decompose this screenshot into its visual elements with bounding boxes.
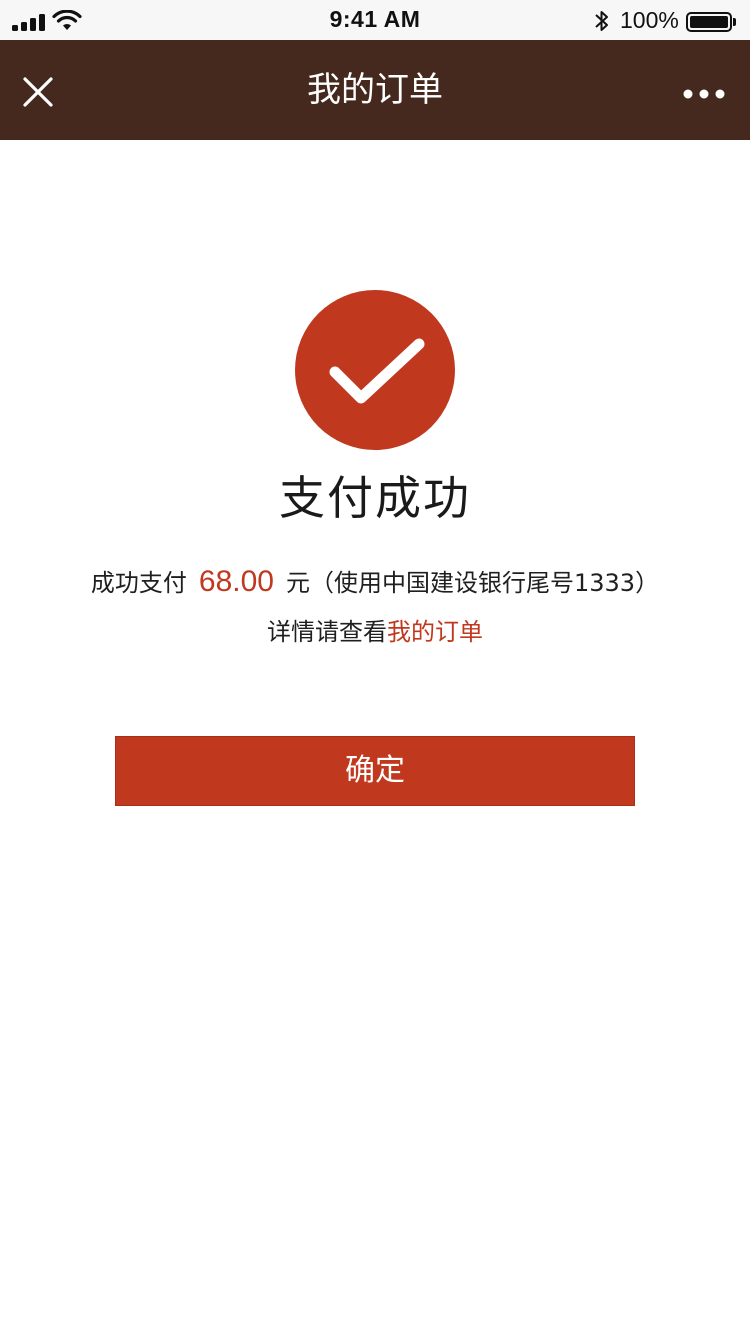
confirm-button[interactable]: 确定 [115,736,635,806]
detail-prefix: 详情请查看 [267,618,387,646]
payment-prefix: 成功支付 [90,569,187,597]
nav-bar: 我的订单 [0,40,750,140]
check-circle-icon [295,290,455,450]
battery-cap [733,18,736,26]
page-title: 我的订单 [307,70,443,110]
battery-icon [686,12,732,32]
order-detail-hint: 详情请查看我的订单 [0,612,750,652]
my-orders-link[interactable]: 我的订单 [387,618,483,646]
payment-suffix: 元（使用中国建设银行尾号1333） [286,569,660,597]
payment-summary: 成功支付 68.00 元（使用中国建设银行尾号1333） [0,560,750,605]
more-icon[interactable] [676,76,732,112]
payment-amount: 68.00 [198,565,274,598]
bluetooth-icon [595,11,608,31]
battery-fill [690,16,728,28]
status-bar: 9:41 AM 100% [0,0,750,40]
battery-percent: 100% [620,7,679,33]
success-title: 支付成功 [279,471,471,525]
